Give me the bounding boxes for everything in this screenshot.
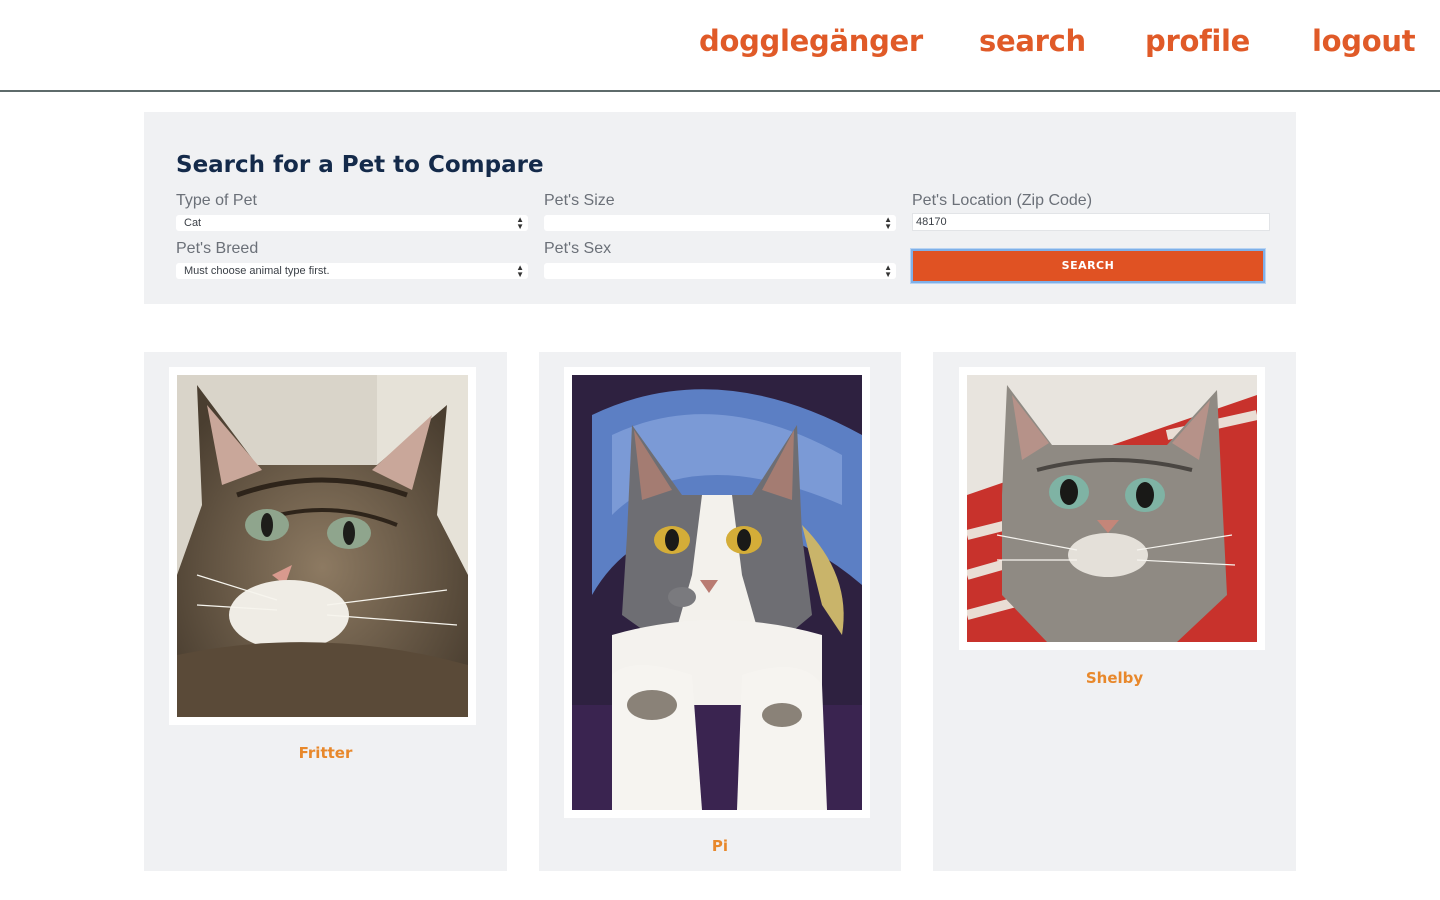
pet-photo-frame[interactable] (959, 367, 1265, 650)
pet-breed-value: Must choose animal type first. (184, 265, 330, 277)
zip-code-value: 48170 (916, 216, 947, 228)
panel-title: Search for a Pet to Compare (176, 152, 544, 178)
pet-card[interactable]: Pi (539, 352, 901, 871)
type-of-pet-label: Type of Pet (176, 192, 257, 209)
nav-logout-link[interactable]: logout (1312, 24, 1416, 58)
pet-breed-select[interactable]: Must choose animal type first. ▲ ▼ (176, 263, 528, 279)
pet-location-label: Pet's Location (Zip Code) (912, 192, 1093, 209)
pet-size-label: Pet's Size (544, 192, 615, 209)
pet-card[interactable]: Shelby (933, 352, 1296, 871)
type-of-pet-value: Cat (184, 217, 202, 229)
pet-name[interactable]: Pi (539, 837, 901, 855)
pet-name[interactable]: Shelby (933, 669, 1296, 687)
select-arrows-icon: ▲ ▼ (516, 215, 524, 231)
search-panel: Search for a Pet to Compare Type of Pet … (144, 112, 1296, 304)
pet-name[interactable]: Fritter (144, 744, 507, 762)
nav-profile-link[interactable]: profile (1145, 24, 1250, 58)
brand-logo-link[interactable]: dogglegänger (699, 24, 923, 58)
pet-sex-select[interactable]: ▲ ▼ (544, 263, 896, 279)
select-arrows-icon: ▲ ▼ (884, 215, 892, 231)
nav-search-link[interactable]: search (979, 24, 1086, 58)
pet-sex-label: Pet's Sex (544, 240, 612, 257)
select-arrows-icon: ▲ ▼ (884, 263, 892, 279)
zip-code-input[interactable]: 48170 (912, 213, 1270, 231)
select-arrows-icon: ▲ ▼ (516, 263, 524, 279)
tabby-cat-photo (177, 375, 468, 717)
pet-photo-frame[interactable] (564, 367, 870, 818)
pet-card[interactable]: Fritter (144, 352, 507, 871)
type-of-pet-select[interactable]: Cat ▲ ▼ (176, 215, 528, 231)
gray-tabby-cat-photo (967, 375, 1257, 642)
pet-breed-label: Pet's Breed (176, 240, 259, 257)
search-button[interactable]: SEARCH (911, 249, 1265, 283)
top-navigation: dogglegänger search profile logout (0, 0, 1440, 92)
gray-white-cat-photo (572, 375, 862, 810)
pet-size-select[interactable]: ▲ ▼ (544, 215, 896, 231)
pet-photo-frame[interactable] (169, 367, 476, 725)
